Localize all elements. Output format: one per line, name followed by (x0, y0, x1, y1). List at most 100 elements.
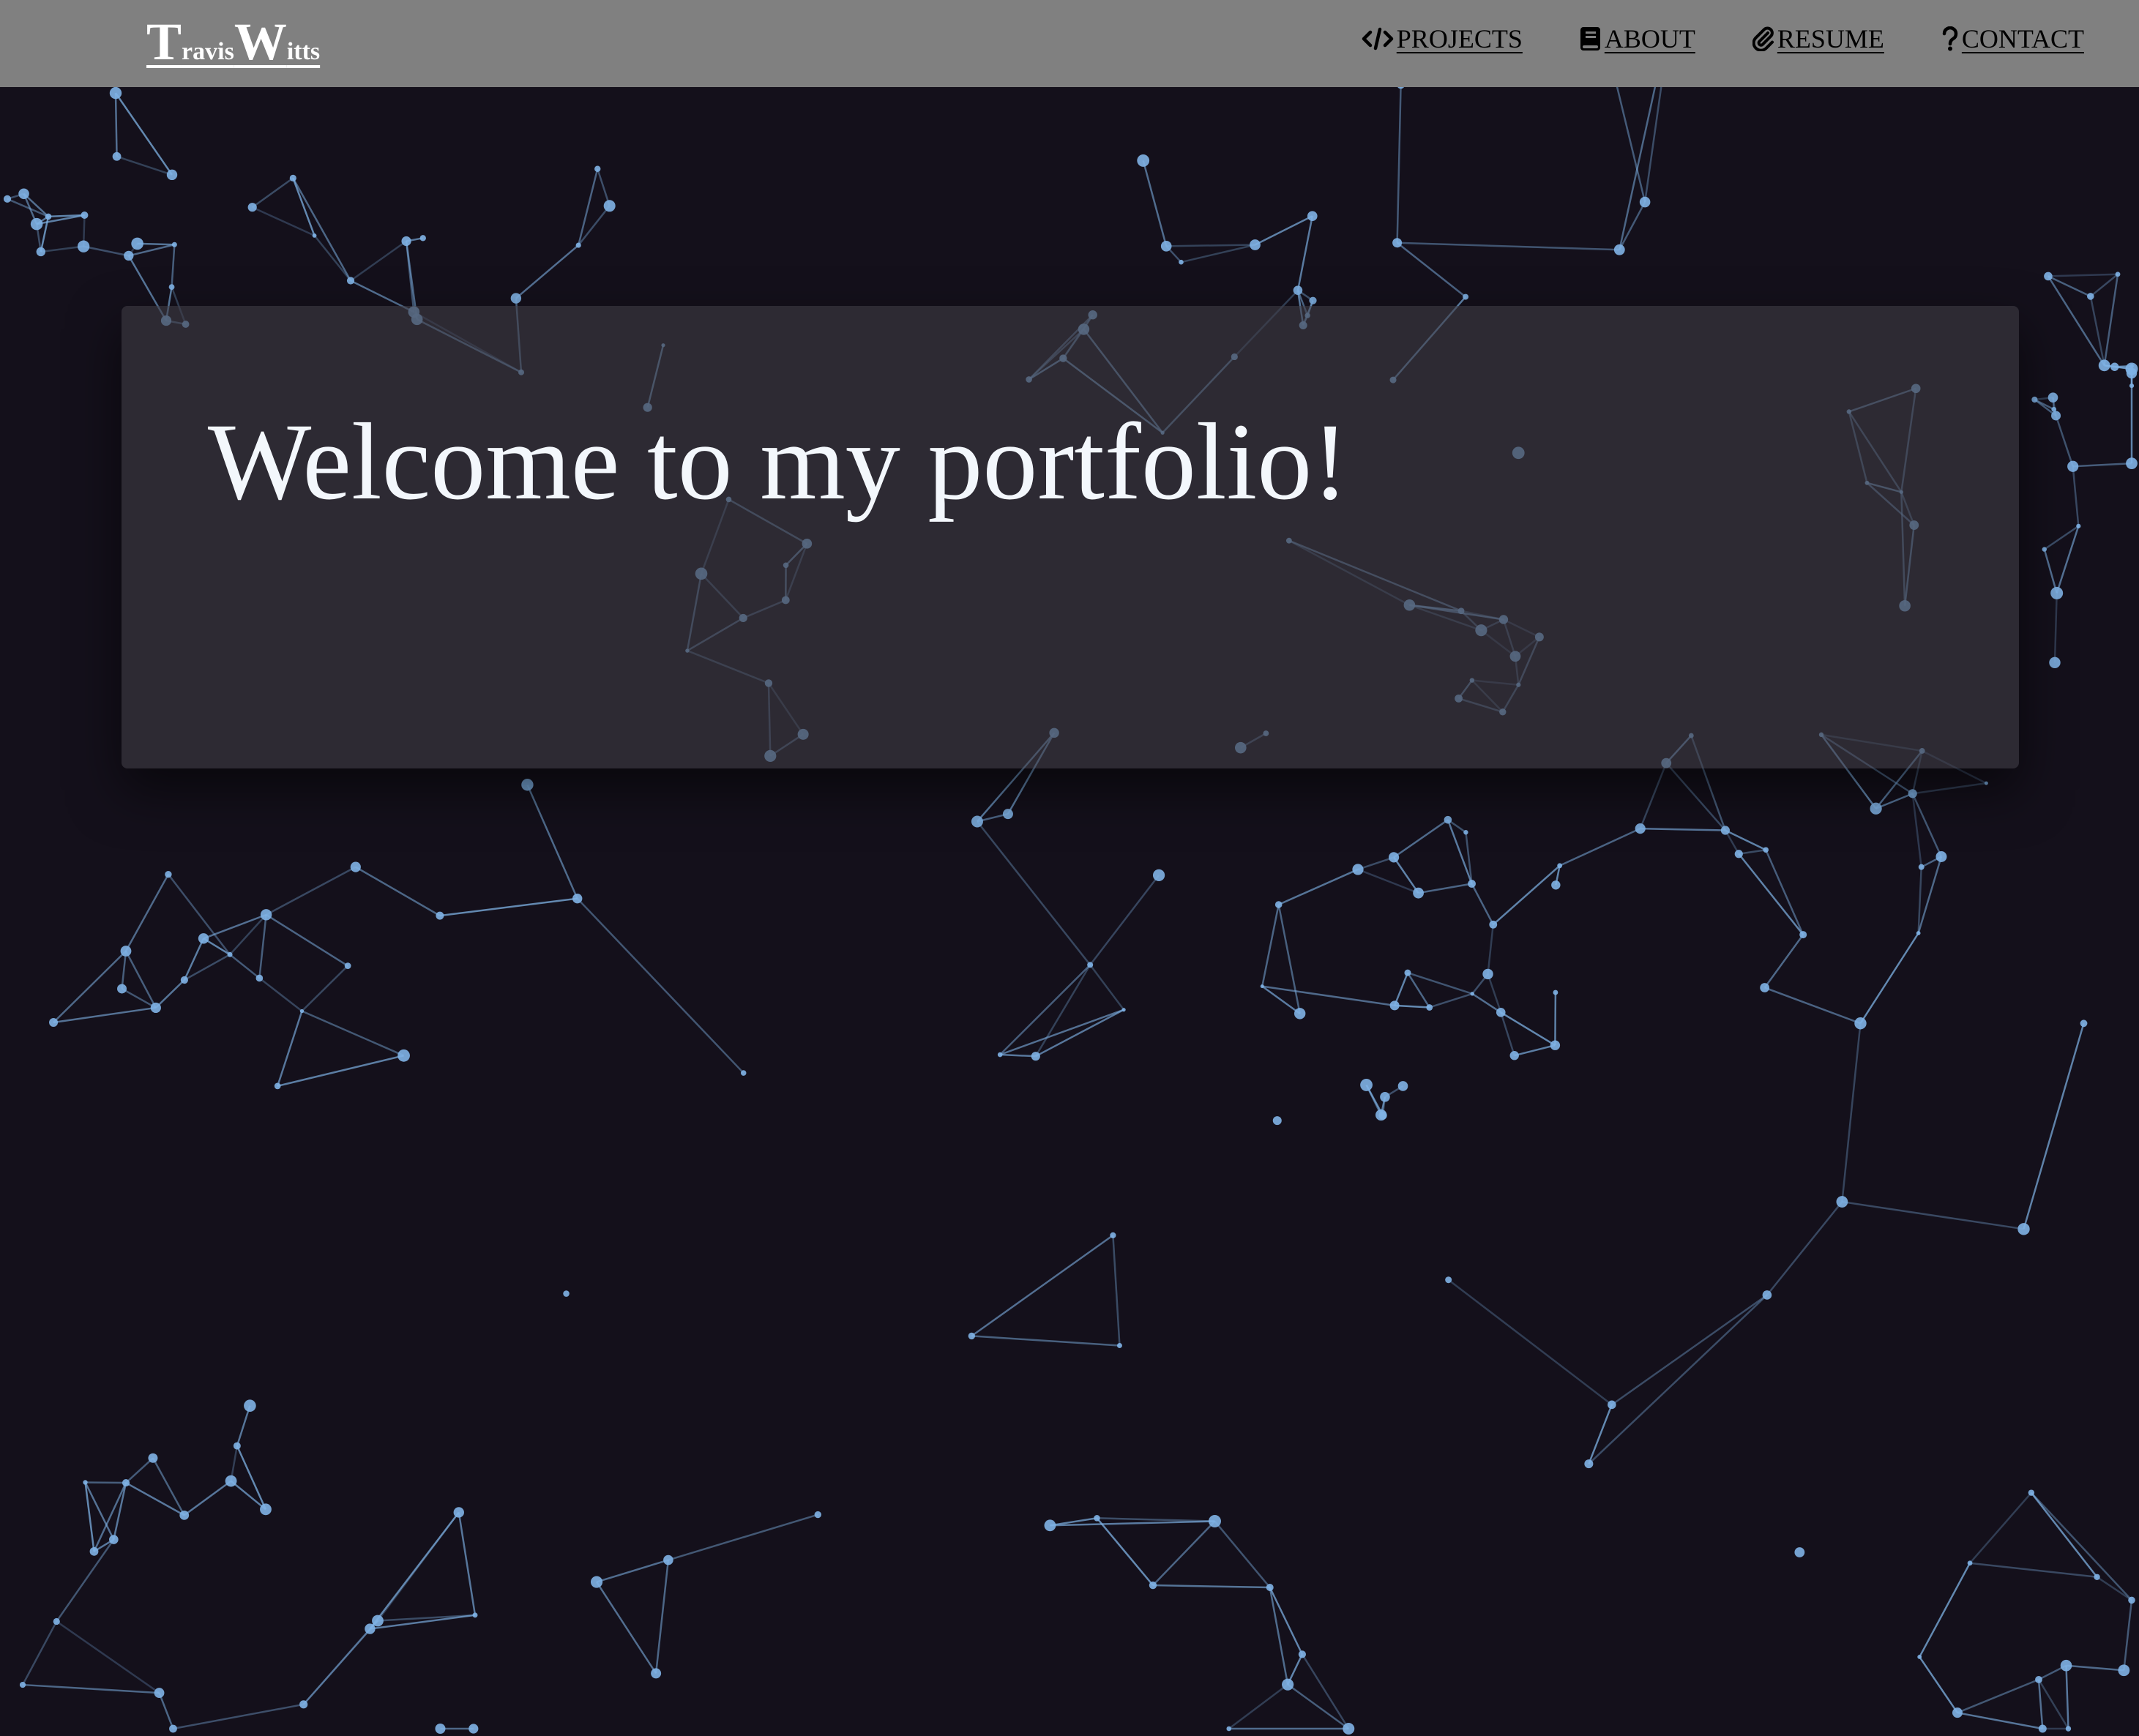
network-node (122, 1478, 130, 1487)
network-edge (1277, 904, 1301, 1014)
nav-link-about[interactable]: ABOUT (1580, 23, 1695, 54)
network-edge (1262, 985, 1395, 1007)
network-node (274, 1082, 281, 1090)
network-edge (1152, 1584, 1270, 1589)
network-node (1584, 1459, 1594, 1469)
network-node (3, 195, 12, 203)
network-node (2038, 1724, 2047, 1733)
network-node (2110, 362, 2119, 371)
network-edge (369, 1511, 460, 1630)
network-edge (1181, 244, 1255, 263)
network-node (169, 1724, 177, 1733)
nav-link-resume[interactable]: RESUME (1752, 23, 1884, 54)
network-node (165, 870, 172, 878)
network-node (45, 213, 52, 220)
network-edge (668, 1514, 818, 1561)
network-node (2017, 1223, 2030, 1235)
network-edge (301, 965, 349, 1012)
network-node (2050, 586, 2064, 599)
site-logo[interactable]: TravisWitts (146, 12, 320, 72)
network-node (1298, 1650, 1306, 1658)
network-edge (1142, 160, 1168, 247)
network-node (120, 946, 132, 957)
network-edge (1269, 1587, 1304, 1655)
network-edge (121, 951, 127, 989)
network-edge (171, 244, 176, 288)
network-node (1226, 1726, 1232, 1732)
network-node (2044, 272, 2053, 281)
network-edge (2030, 1492, 2098, 1578)
network-node (1266, 1583, 1274, 1591)
network-edge (21, 1620, 58, 1686)
network-node (575, 242, 581, 248)
network-node (603, 200, 616, 212)
network-node (1489, 920, 1498, 929)
network-edge (1919, 1656, 1958, 1713)
network-edge (596, 1581, 657, 1675)
network-node (1762, 1290, 1772, 1300)
network-edge (2030, 1492, 2132, 1601)
network-node (1470, 992, 1474, 996)
network-edge (1487, 973, 1502, 1013)
network-edge (265, 913, 348, 967)
network-node (1794, 1547, 1805, 1557)
network-edge (1418, 883, 1472, 894)
network-edge (2072, 466, 2080, 526)
network-node (77, 240, 90, 252)
network-edge (2090, 273, 2119, 297)
network-node (109, 1535, 119, 1544)
network-edge (56, 1620, 160, 1694)
network-edge (53, 950, 127, 1023)
network-node (1854, 1017, 1867, 1030)
network-node (1967, 1560, 1973, 1566)
network-node (131, 237, 143, 250)
network-edge (301, 1010, 405, 1057)
network-node (30, 217, 43, 231)
network-node (227, 951, 233, 957)
network-node (1952, 1707, 1963, 1718)
nav-link-contact[interactable]: CONTACT (1941, 23, 2084, 54)
network-node (154, 1688, 165, 1698)
network-node (590, 1576, 603, 1588)
network-node (1734, 850, 1743, 858)
hero-card: Welcome to my portfolio! (122, 306, 2019, 768)
network-node (365, 1623, 376, 1634)
network-node (148, 1453, 158, 1463)
network-node (1639, 196, 1651, 208)
network-node (1094, 1514, 1100, 1522)
network-node (1445, 1276, 1452, 1284)
network-edge (313, 235, 351, 282)
network-edge (203, 913, 267, 940)
network-node (1002, 809, 1013, 820)
network-edge (1112, 1235, 1121, 1346)
network-edge (1429, 992, 1473, 1009)
network-edge (1278, 868, 1359, 906)
network-edge (2043, 549, 2058, 594)
network-node (651, 1668, 662, 1679)
network-edge (56, 1538, 115, 1623)
network-edge (158, 1692, 174, 1729)
network-edge (53, 1006, 157, 1024)
network-node (1294, 1008, 1306, 1019)
network-node (117, 984, 127, 994)
network-edge (2065, 1665, 2069, 1729)
network-edge (125, 1457, 154, 1484)
network-edge (2103, 274, 2119, 366)
network-edge (1296, 215, 1313, 291)
nav-link-projects[interactable]: PROJECTS (1362, 23, 1523, 54)
network-node (124, 250, 134, 261)
network-node (401, 236, 411, 247)
network-edge (1764, 987, 1861, 1025)
network-edges (7, 6, 2133, 1730)
network-node (171, 242, 177, 247)
network-node (1208, 1515, 1221, 1528)
network-edge (154, 979, 185, 1009)
network-node (18, 188, 29, 200)
network-edge (2053, 593, 2058, 663)
network-edge (1287, 1683, 1349, 1730)
network-node (312, 233, 317, 238)
network-edge (167, 873, 231, 956)
network-edge (1097, 1517, 1215, 1522)
network-edge (277, 1055, 404, 1088)
network-node (663, 1554, 673, 1565)
